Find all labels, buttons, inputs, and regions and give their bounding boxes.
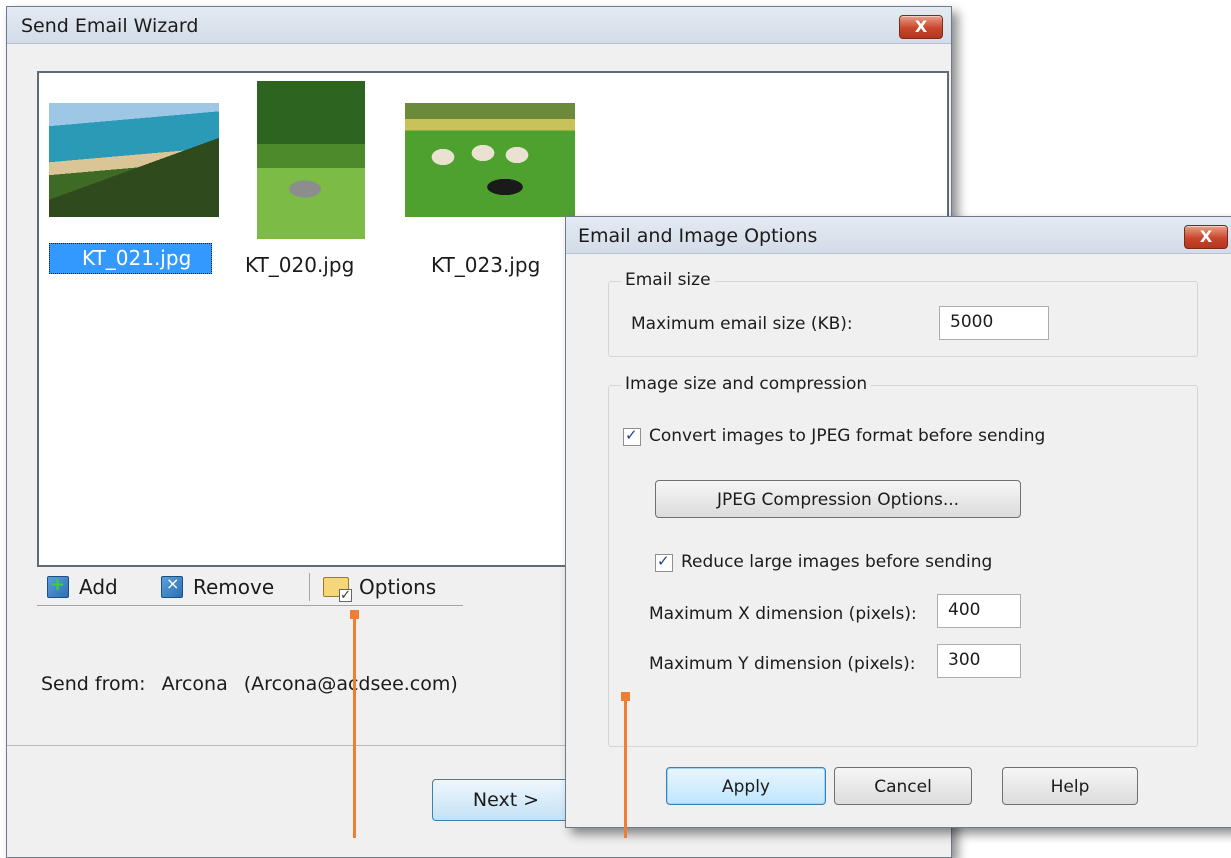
thumbnail-caption[interactable]: KT_021.jpg: [49, 243, 213, 274]
email-options-icon: [323, 577, 352, 602]
max-email-size-label: Maximum email size (KB):: [631, 314, 853, 334]
options-close-button[interactable]: X: [1184, 225, 1228, 249]
next-button[interactable]: Next >: [432, 779, 580, 821]
email-size-group: Email size Maximum email size (KB): 5000: [608, 270, 1198, 357]
callout-line-options: [353, 614, 356, 838]
max-y-dimension-label: Maximum Y dimension (pixels):: [649, 654, 916, 674]
thumbnail-caption[interactable]: KT_020.jpg: [245, 253, 354, 277]
toolbar-separator: [309, 573, 310, 601]
callout-line-dialog: [624, 696, 627, 838]
image-size-group-title: Image size and compression: [621, 374, 872, 394]
add-image-icon: [47, 574, 69, 598]
add-button[interactable]: Add: [47, 573, 118, 601]
max-x-dimension-input[interactable]: 400: [937, 594, 1021, 628]
options-titlebar: Email and Image Options X: [566, 217, 1231, 254]
max-x-dimension-label: Maximum X dimension (pixels):: [649, 604, 917, 624]
wizard-close-button[interactable]: X: [899, 15, 943, 39]
send-from-label: Send from:: [41, 673, 146, 695]
email-size-group-title: Email size: [621, 270, 715, 290]
send-from-email: (Arcona@acdsee.com): [243, 673, 458, 695]
email-image-options-dialog: Email and Image Options X Email size Max…: [565, 216, 1231, 828]
send-from-row: Send from: Arcona (Arcona@acdsee.com): [41, 673, 468, 695]
wizard-title: Send Email Wizard: [21, 15, 199, 37]
thumbnail-image-coast[interactable]: [49, 103, 219, 217]
remove-label: Remove: [193, 575, 275, 599]
convert-jpeg-checkbox[interactable]: [623, 426, 641, 446]
max-y-dimension-input[interactable]: 300: [937, 644, 1021, 678]
remove-image-icon: [161, 574, 183, 598]
thumbnail-image-sheep[interactable]: [405, 103, 575, 217]
reduce-images-label[interactable]: Reduce large images before sending: [681, 552, 992, 572]
send-from-name: Arcona: [161, 673, 228, 695]
convert-jpeg-label[interactable]: Convert images to JPEG format before sen…: [649, 426, 1045, 446]
wizard-titlebar: Send Email Wizard X: [7, 7, 951, 44]
max-email-size-input[interactable]: 5000: [939, 306, 1049, 340]
remove-button[interactable]: Remove: [161, 573, 274, 601]
add-label: Add: [79, 575, 118, 599]
thumbnail-image-goat[interactable]: [257, 81, 365, 239]
apply-button[interactable]: Apply: [666, 767, 826, 805]
help-button[interactable]: Help: [1002, 767, 1138, 805]
image-size-group: Image size and compression Convert image…: [608, 374, 1198, 747]
reduce-images-checkbox[interactable]: [655, 552, 673, 572]
thumbnail-toolbar: Add Remove Options: [37, 569, 463, 606]
thumbnail-caption[interactable]: KT_023.jpg: [431, 253, 540, 277]
jpeg-compression-options-button[interactable]: JPEG Compression Options...: [655, 480, 1021, 518]
options-label: Options: [359, 575, 437, 599]
options-title: Email and Image Options: [578, 225, 818, 247]
options-button[interactable]: Options: [323, 573, 437, 602]
cancel-button[interactable]: Cancel: [834, 767, 972, 805]
